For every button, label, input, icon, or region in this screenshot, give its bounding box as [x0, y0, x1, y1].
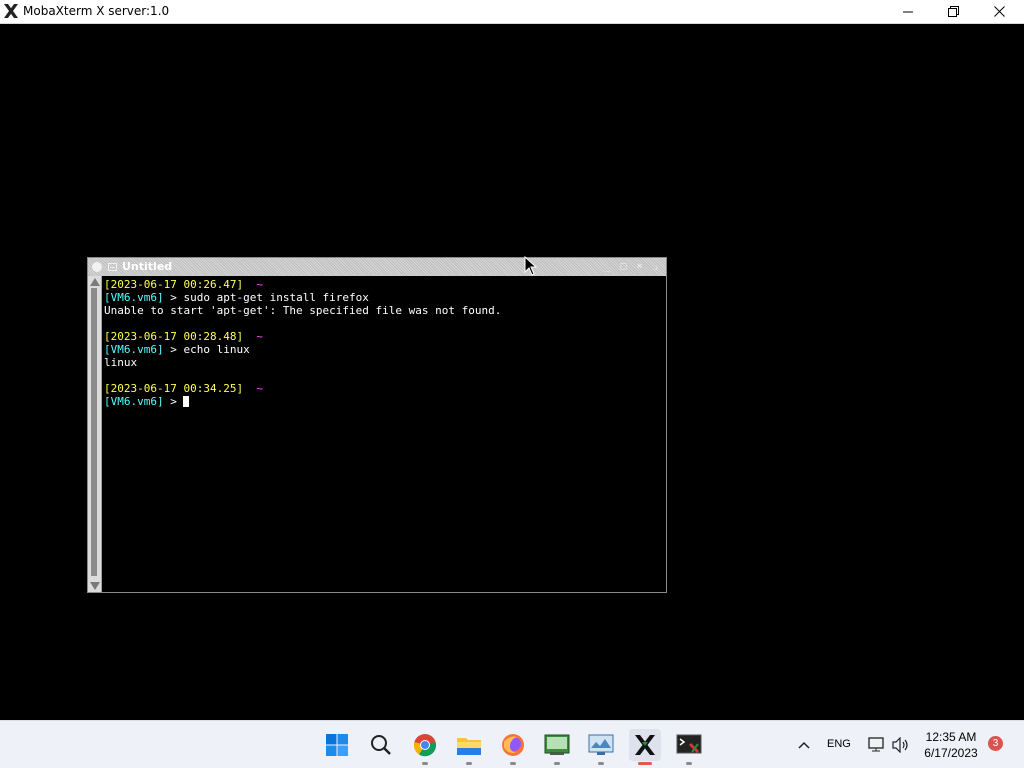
start-button[interactable]: [321, 729, 353, 761]
command-output: Unable to start 'apt-get': The specified…: [104, 304, 502, 317]
taskbar-mobaxterm-x[interactable]: [629, 729, 661, 765]
prompt-separator: >: [163, 291, 184, 304]
mobaxterm-icon: [676, 734, 702, 754]
restore-button[interactable]: [930, 0, 976, 23]
xterm-window[interactable]: Untitled _ □ × ⌟ [2023-06-17 00:26.47] ~…: [87, 257, 667, 593]
running-indicator: [554, 762, 560, 765]
volume-icon: [892, 737, 908, 753]
running-indicator: [466, 762, 472, 765]
close-icon: [993, 6, 1005, 17]
terminal-line: [2023-06-17 00:28.48] ~: [104, 330, 664, 343]
running-indicator: [422, 762, 428, 765]
show-hidden-icons-button[interactable]: [788, 729, 820, 761]
terminal-line: Unable to start 'apt-get': The specified…: [104, 304, 664, 317]
xterm-resize-icon[interactable]: ⌟: [650, 261, 661, 272]
file-explorer-icon: [457, 738, 481, 755]
terminal-line: [VM6.vm6] > echo linux: [104, 343, 664, 356]
windows-start-icon: [326, 734, 348, 756]
prompt-host: [VM6.vm6]: [104, 395, 164, 408]
taskbar-chrome[interactable]: [409, 729, 441, 765]
chrome-icon: [413, 734, 437, 757]
taskbar-monitor-app[interactable]: [585, 729, 617, 765]
notification-badge[interactable]: 3: [988, 736, 1003, 751]
firefox-icon: [502, 734, 524, 756]
xterm-scrollbar[interactable]: [88, 276, 102, 592]
taskbar: ENG 12:35 AM 6/17/2023: [0, 720, 1024, 768]
window-menu-icon[interactable]: [108, 263, 117, 271]
prompt-timestamp: [2023-06-17 00:34.25]: [104, 382, 244, 395]
volume-button[interactable]: [885, 729, 917, 761]
scroll-down-arrow-icon[interactable]: [90, 582, 100, 590]
terminal-line: [2023-06-17 00:26.47] ~: [104, 278, 664, 291]
prompt-timestamp: [2023-06-17 00:28.48]: [104, 330, 244, 343]
xterm-minimize-button[interactable]: _: [602, 261, 613, 272]
network-icon: [868, 737, 884, 752]
xterm-window-title: Untitled: [122, 260, 173, 273]
prompt-timestamp: [2023-06-17 00:26.47]: [104, 278, 244, 291]
search-button[interactable]: [365, 729, 397, 761]
clock-date[interactable]: 6/17/2023: [920, 746, 982, 760]
prompt-host: [VM6.vm6]: [104, 343, 164, 356]
terminal-output[interactable]: [2023-06-17 00:26.47] ~ [VM6.vm6] > sudo …: [104, 278, 664, 590]
host-titlebar: MobaXterm X server:1.0: [0, 0, 1024, 24]
prompt-cwd: ~: [256, 278, 263, 291]
text-cursor: [183, 396, 190, 407]
terminal-line: [VM6.vm6] >: [104, 395, 664, 408]
running-indicator: [686, 762, 692, 765]
prompt-separator: >: [163, 395, 184, 408]
command-output: linux: [104, 356, 138, 369]
restore-icon: [947, 6, 959, 17]
clock-time[interactable]: 12:35 AM: [920, 730, 982, 744]
xterm-close-button[interactable]: ×: [634, 261, 645, 272]
terminal-line: linux: [104, 356, 664, 369]
input-language[interactable]: ENG: [827, 738, 851, 750]
taskbar-mobaxterm[interactable]: [673, 729, 705, 765]
mobaxterm-x-icon: [635, 735, 655, 755]
mobaxterm-x-app-icon: [4, 4, 18, 18]
host-window-title: MobaXterm X server:1.0: [23, 4, 170, 18]
monitor-app-icon: [588, 734, 614, 755]
minimize-button[interactable]: [885, 0, 931, 23]
scroll-up-arrow-icon[interactable]: [90, 278, 100, 286]
running-indicator: [510, 762, 516, 765]
prompt-cwd: ~: [256, 382, 263, 395]
command-text: echo linux: [183, 343, 250, 356]
terminal-line: [VM6.vm6] > sudo apt-get install firefox: [104, 291, 664, 304]
scrollbar-thumb[interactable]: [91, 288, 97, 576]
taskbar-file-explorer[interactable]: [453, 729, 485, 765]
taskbar-terminal-app[interactable]: [541, 729, 573, 765]
prompt-cwd: ~: [256, 330, 263, 343]
prompt-separator: >: [163, 343, 184, 356]
chevron-up-icon: [798, 741, 810, 749]
terminal-app-icon: [544, 734, 570, 755]
terminal-line: [2023-06-17 00:34.25] ~: [104, 382, 664, 395]
minimize-icon: [903, 11, 913, 12]
command-text: sudo apt-get install firefox: [183, 291, 369, 304]
mouse-pointer-icon: [524, 256, 538, 276]
xterm-maximize-button[interactable]: □: [618, 261, 629, 272]
running-indicator: [598, 762, 604, 765]
prompt-host: [VM6.vm6]: [104, 291, 164, 304]
search-icon: [371, 735, 391, 755]
active-indicator: [638, 762, 652, 765]
window-menu-circle-icon[interactable]: [92, 262, 102, 272]
taskbar-firefox[interactable]: [497, 729, 529, 765]
xterm-titlebar[interactable]: Untitled _ □ × ⌟: [88, 258, 666, 276]
close-button[interactable]: [976, 0, 1022, 23]
